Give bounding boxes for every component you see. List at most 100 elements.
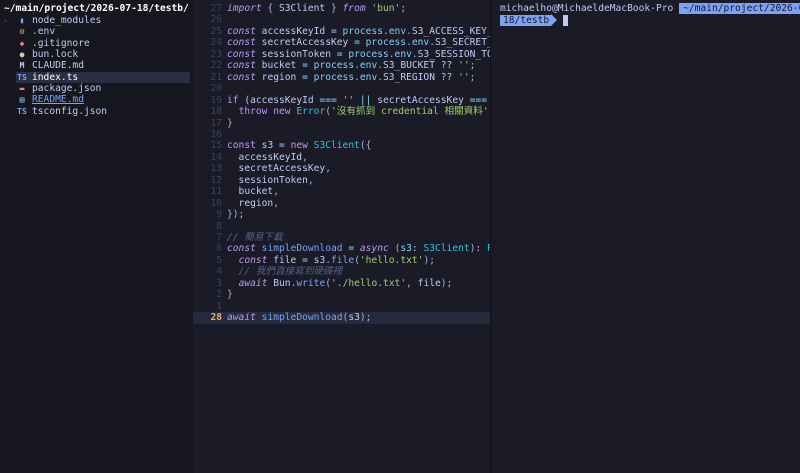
code-token: // 簡易下載	[227, 232, 283, 243]
code-text: const region = process.env.S3_REGION ?? …	[227, 72, 475, 84]
code-text: });	[227, 209, 244, 221]
code-token: const	[238, 254, 268, 266]
code-token: );	[423, 254, 435, 266]
code-token: ''	[458, 60, 470, 72]
sidebar-item-label: package.json	[32, 83, 102, 95]
code-token: const	[227, 71, 256, 83]
code-line[interactable]: 17}	[193, 118, 490, 130]
sidebar-item-node-modules[interactable]: › ▮ node_modules	[3, 15, 190, 26]
line-number: 18	[210, 106, 222, 118]
code-token: s3	[255, 140, 279, 152]
code-token: ===	[319, 94, 337, 106]
code-token: const	[227, 37, 256, 49]
code-token: process	[313, 60, 355, 72]
sidebar-item-claude-md[interactable]: M CLAUDE.md	[16, 60, 190, 71]
sidebar-item-tsconfig-json[interactable]: TS tsconfig.json	[16, 106, 190, 117]
code-line[interactable]: 13 secretAccessKey,	[193, 163, 490, 175]
typescript-icon: TS	[17, 72, 27, 82]
terminal-pane[interactable]: michaelho@MichaeldeMacBook-Pro ~/main/pr…	[490, 0, 800, 473]
code-line[interactable]: 9});	[193, 209, 490, 221]
code-line[interactable]: 23 const sessionToken = process.env.S3_SE…	[193, 49, 490, 61]
code-line[interactable]: 2}	[193, 289, 490, 301]
code-token: ,	[302, 151, 308, 163]
code-token: ;	[469, 60, 476, 72]
code-token: process	[313, 71, 355, 83]
code-line[interactable]: 25 const accessKeyId = process.env.S3_ACC…	[193, 26, 490, 38]
code-token: s3	[307, 254, 326, 266]
sidebar-item-label: tsconfig.json	[32, 105, 108, 117]
code-token: bucket	[227, 186, 274, 198]
bun-icon: ●	[19, 50, 25, 60]
sidebar-item-package-json[interactable]: ▬ package.json	[16, 83, 190, 94]
code-text: accessKeyId,	[227, 152, 308, 164]
code-line[interactable]: 7 // 簡易下載	[193, 232, 490, 244]
code-token: S3Client	[278, 3, 326, 14]
line-number: 12	[210, 174, 222, 186]
code-token: write	[296, 277, 326, 289]
code-line[interactable]: 4 // 我們直接寫到硬碟裡	[193, 266, 490, 278]
code-line[interactable]: 20	[193, 83, 490, 95]
code-line[interactable]: 22 const bucket = process.env.S3_BUCKET ?…	[193, 60, 490, 72]
code-token: env	[411, 37, 430, 49]
code-token: {	[261, 3, 279, 14]
code-line[interactable]: 11 bucket,	[193, 186, 490, 198]
code-token: new	[273, 106, 291, 118]
code-line[interactable]: 19 if (accessKeyId === '' || secretAccess…	[193, 95, 490, 107]
code-text: throw new Error('沒有抓到 credential 相關資料');	[227, 106, 490, 118]
tsconfig-icon: TS	[17, 106, 27, 116]
code-text: secretAccessKey,	[227, 163, 331, 175]
code-token: region	[255, 71, 303, 83]
code-editor[interactable]: 27 import { S3Client } from 'bun'; 26 25 con…	[193, 0, 490, 473]
code-token: const	[227, 243, 256, 255]
code-token: Bun	[267, 277, 291, 289]
code-token: );	[440, 277, 453, 289]
code-token: ''	[342, 94, 355, 106]
code-text: await simpleDownload(s3);	[227, 312, 371, 324]
code-token: './hello.txt'	[331, 277, 407, 289]
sidebar-item-readme-md[interactable]: ▤ README.md	[16, 94, 190, 105]
code-line[interactable]: 27 import { S3Client } from 'bun';	[193, 3, 490, 15]
markdown-icon: M	[19, 61, 25, 71]
code-line[interactable]: 28 await simpleDownload(s3);	[193, 312, 490, 324]
code-line[interactable]: 21 const region = process.env.S3_REGION ?…	[193, 72, 490, 84]
line-number: 10	[210, 197, 222, 209]
line-number: 6	[216, 243, 222, 255]
sidebar-item-gitignore[interactable]: ◆ .gitignore	[16, 38, 190, 49]
sidebar-item-env[interactable]: ⚙ .env	[16, 26, 190, 37]
code-text: const secretAccessKey = process.env.S3_S…	[227, 37, 490, 49]
line-number: 16	[210, 128, 222, 140]
code-token: }	[227, 117, 233, 129]
chevron-right-icon[interactable]: ›	[3, 15, 13, 26]
code-text: bucket,	[227, 186, 279, 198]
env-icon: ⚙	[19, 27, 25, 37]
code-token: S3_REGION	[383, 71, 441, 83]
code-line[interactable]: 3 await Bun.write('./hello.txt', file);	[193, 278, 490, 290]
code-token: }	[325, 3, 343, 14]
code-token: '沒有抓到 credential 相關資料'	[331, 106, 489, 118]
sidebar-item-bun-lock[interactable]: ● bun.lock	[16, 49, 190, 60]
code-line[interactable]: 15 const s3 = new S3Client({	[193, 140, 490, 152]
code-line[interactable]: 1	[193, 301, 490, 313]
code-line[interactable]: 18 throw new Error('沒有抓到 credential 相關資料…	[193, 106, 490, 118]
code-line[interactable]: 5 const file = s3.file('hello.txt');	[193, 255, 490, 267]
code-text: const accessKeyId = process.env.S3_ACCES…	[227, 26, 490, 38]
code-text: await Bun.write('./hello.txt', file);	[227, 277, 453, 290]
code-line[interactable]: 6 const simpleDownload = async (s3: S3Cli…	[193, 243, 490, 255]
code-token: S3_SECRET_ACCE	[434, 37, 490, 49]
code-line[interactable]: 10 region,	[193, 198, 490, 210]
code-text: const simpleDownload = async (s3: S3Clie…	[227, 243, 490, 255]
code-text: const file = s3.file('hello.txt');	[227, 255, 435, 267]
sidebar-item-index-ts[interactable]: TS index.ts	[16, 71, 190, 84]
sidebar-item-label: README.md	[32, 94, 84, 106]
line-number: 25	[210, 25, 222, 37]
code-line[interactable]: 14 accessKeyId,	[193, 152, 490, 164]
code-line[interactable]: 16	[193, 129, 490, 141]
code-token: accessKeyId	[227, 151, 303, 163]
code-line[interactable]: 12 sessionToken,	[193, 175, 490, 187]
code-line[interactable]: 24 const secretAccessKey = process.env.S3…	[193, 37, 490, 49]
code-line[interactable]: 8	[193, 221, 490, 233]
code-token: throw	[238, 106, 268, 118]
sidebar-item-label: index.ts	[32, 71, 79, 83]
code-line[interactable]: 26	[193, 14, 490, 26]
